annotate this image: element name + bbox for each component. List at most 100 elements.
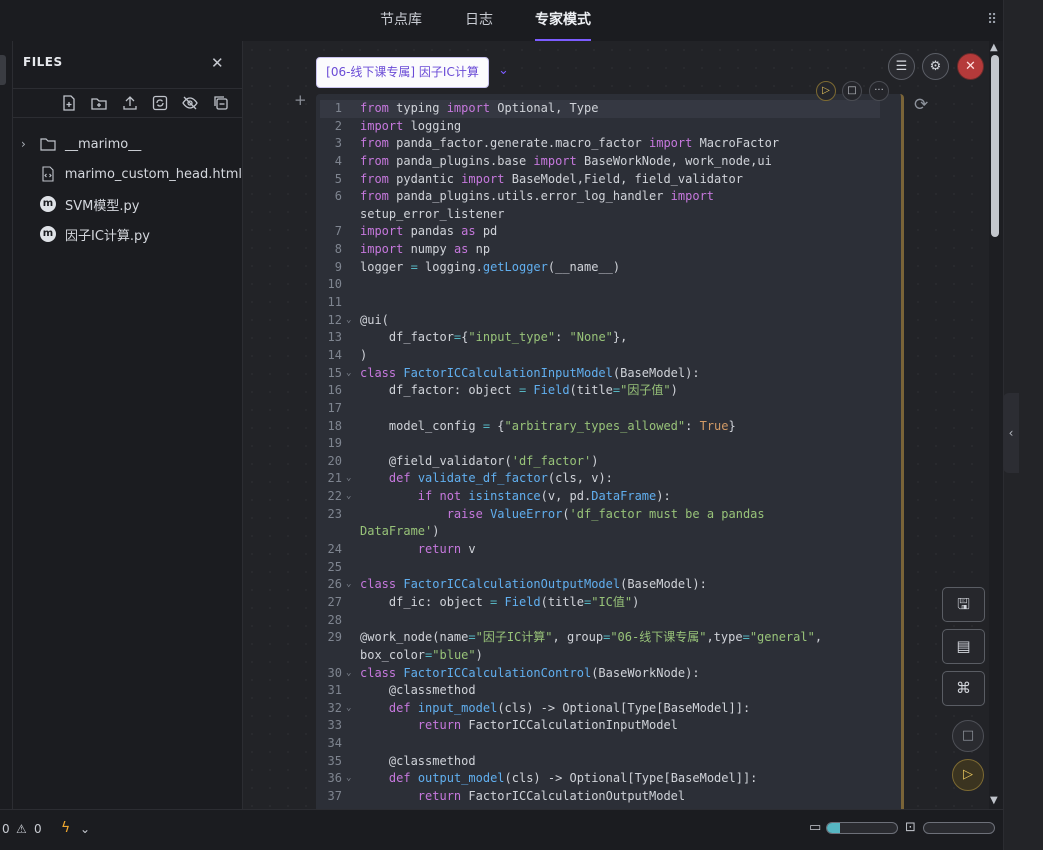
code-line[interactable]: 30 ⌄ class FactorICCalculationControl(Base… (320, 665, 880, 683)
fold-chevron-icon[interactable]: ⌄ (346, 700, 351, 718)
tab-node-library[interactable]: 节点库 (370, 0, 432, 41)
tree-item-folder[interactable]: › __marimo__ (13, 129, 242, 159)
command-button[interactable]: ⌘ (942, 671, 985, 706)
tree-item-file[interactable]: m SVM模型.py (13, 189, 242, 219)
error-count[interactable]: 0 (2, 822, 10, 836)
code-line[interactable]: 35 @classmethod (320, 753, 880, 771)
refresh-icon[interactable] (151, 94, 169, 112)
tab-expert-mode[interactable]: 专家模式 (525, 0, 601, 41)
line-number: 18 (327, 418, 342, 433)
fold-chevron-icon[interactable]: ⌄ (346, 365, 351, 383)
code-line[interactable]: 37 return FactorICCalculationOutputModel (320, 788, 880, 806)
tree-item-file[interactable]: m 因子IC计算.py (13, 219, 242, 249)
add-cell-icon[interactable]: + (294, 91, 307, 109)
layout-button[interactable]: ▤ (942, 629, 985, 664)
code-line[interactable]: 16 df_factor: object = Field(title="因子值"… (320, 382, 880, 400)
cell-more-button[interactable]: ··· (869, 81, 889, 101)
refresh-icon[interactable]: ⟳ (914, 95, 928, 115)
scrollbar-thumb[interactable] (991, 55, 999, 237)
code-line[interactable]: 21 ⌄ def validate_df_factor(cls, v): (320, 470, 880, 488)
stop-all-button[interactable]: □ (952, 720, 984, 752)
menu-button[interactable]: ☰ (888, 53, 915, 80)
code-line[interactable]: 31 @classmethod (320, 682, 880, 700)
code-line[interactable]: 5 from pydantic import BaseModel,Field, f… (320, 171, 880, 189)
fold-chevron-icon[interactable]: ⌄ (346, 470, 351, 488)
code-line[interactable]: 12 ⌄ @ui( (320, 312, 880, 330)
code-line[interactable]: box_color="blue") (320, 647, 880, 665)
warning-count[interactable]: 0 (34, 822, 42, 836)
fold-chevron-icon[interactable]: ⌄ (346, 665, 351, 683)
line-number: 15 (327, 365, 342, 380)
collapse-panel-button[interactable]: ‹ (1003, 393, 1019, 473)
code-cell[interactable]: 1 from typing import Optional, Type 2 impor… (316, 94, 904, 809)
code-line[interactable]: 33 return FactorICCalculationInputModel (320, 717, 880, 735)
line-number: 20 (327, 453, 342, 468)
lightning-icon[interactable]: ϟ (61, 820, 70, 836)
code-text: from panda_factor.generate.macro_factor … (360, 136, 780, 151)
line-number: 8 (334, 242, 342, 257)
fold-chevron-icon[interactable]: ⌄ (346, 312, 351, 330)
chevron-down-icon[interactable]: ⌄ (498, 63, 509, 78)
code-line[interactable]: 19 (320, 435, 880, 453)
code-line[interactable]: 34 (320, 735, 880, 753)
code-line[interactable]: 36 ⌄ def output_model(cls) -> Optional[Ty… (320, 770, 880, 788)
save-button[interactable]: 🖫 (942, 587, 985, 622)
settings-button[interactable]: ⚙ (922, 53, 949, 80)
chevron-right-icon: › (21, 137, 26, 151)
stop-cell-button[interactable]: □ (842, 81, 862, 101)
code-line[interactable]: 29 @work_node(name="因子IC计算", group="06-线下… (320, 629, 880, 647)
code-line[interactable]: 4 from panda_plugins.base import BaseWork… (320, 153, 880, 171)
code-line[interactable]: 24 return v (320, 541, 880, 559)
upload-icon[interactable] (121, 94, 139, 112)
close-node-button[interactable]: ✕ (957, 53, 984, 80)
new-folder-icon[interactable] (90, 94, 108, 112)
hide-icon[interactable] (181, 94, 199, 112)
run-cell-button[interactable]: ▷ (816, 81, 836, 101)
code-line[interactable]: 6 from panda_plugins.utils.error_log_hand… (320, 188, 880, 206)
code-line[interactable]: 8 import numpy as np (320, 241, 880, 259)
code-line[interactable]: 32 ⌄ def input_model(cls) -> Optional[Typ… (320, 700, 880, 718)
code-line[interactable]: 14) (320, 347, 880, 365)
code-editor[interactable]: 1 from typing import Optional, Type 2 impor… (320, 100, 880, 806)
chevron-down-icon[interactable]: ⌄ (80, 822, 90, 836)
close-icon[interactable]: ✕ (211, 54, 224, 72)
line-number: 33 (327, 718, 342, 733)
collapse-all-icon[interactable] (212, 94, 230, 112)
code-line[interactable]: 11 (320, 294, 880, 312)
code-line[interactable]: DataFrame') (320, 523, 880, 541)
code-line[interactable]: 20 @field_validator('df_factor') (320, 453, 880, 471)
code-line[interactable]: 23 raise ValueError('df_factor must be a… (320, 506, 880, 524)
fold-chevron-icon[interactable]: ⌄ (346, 488, 351, 506)
code-line[interactable]: 9 logger = logging.getLogger(__name__) (320, 259, 880, 277)
scroll-down-icon[interactable]: ▼ (990, 795, 998, 806)
code-line[interactable]: 27 df_ic: object = Field(title="IC值") (320, 594, 880, 612)
code-line[interactable]: 13 df_factor={"input_type": "None"}, (320, 329, 880, 347)
run-all-button[interactable]: ▷ (952, 759, 984, 791)
code-line[interactable]: 28 (320, 612, 880, 630)
code-line[interactable]: 18 model_config = {"arbitrary_types_allo… (320, 418, 880, 436)
code-line[interactable]: 22 ⌄ if not isinstance(v, pd.DataFrame): (320, 488, 880, 506)
fold-chevron-icon[interactable]: ⌄ (346, 770, 351, 788)
grid-menu-icon[interactable]: ⠿ (987, 12, 999, 28)
code-line[interactable]: 10 (320, 276, 880, 294)
scroll-up-icon[interactable]: ▲ (990, 42, 998, 53)
tree-item-file[interactable]: marimo_custom_head.html (13, 159, 242, 189)
code-line[interactable]: 17 (320, 400, 880, 418)
vertical-scrollbar[interactable]: ▲ ▼ (989, 41, 1003, 809)
code-line[interactable]: 25 (320, 559, 880, 577)
code-line[interactable]: 1 from typing import Optional, Type (320, 100, 880, 118)
code-line[interactable]: 3 from panda_factor.generate.macro_factor… (320, 135, 880, 153)
code-line[interactable]: 26 ⌄ class FactorICCalculationOutputModel(… (320, 576, 880, 594)
node-title-chip[interactable]: [06-线下课专属] 因子IC计算 (316, 57, 489, 88)
fold-chevron-icon[interactable]: ⌄ (346, 576, 351, 594)
line-number: 37 (327, 788, 342, 803)
code-line[interactable]: 15 ⌄ class FactorICCalculationInputModel(B… (320, 365, 880, 383)
folder-icon (39, 135, 57, 153)
tab-logs[interactable]: 日志 (455, 0, 503, 41)
line-number: 12 (327, 312, 342, 327)
new-file-icon[interactable] (60, 94, 78, 112)
code-line[interactable]: 7 import pandas as pd (320, 223, 880, 241)
code-line[interactable]: setup_error_listener (320, 206, 880, 224)
line-number: 26 (327, 577, 342, 592)
code-line[interactable]: 2 import logging (320, 118, 880, 136)
